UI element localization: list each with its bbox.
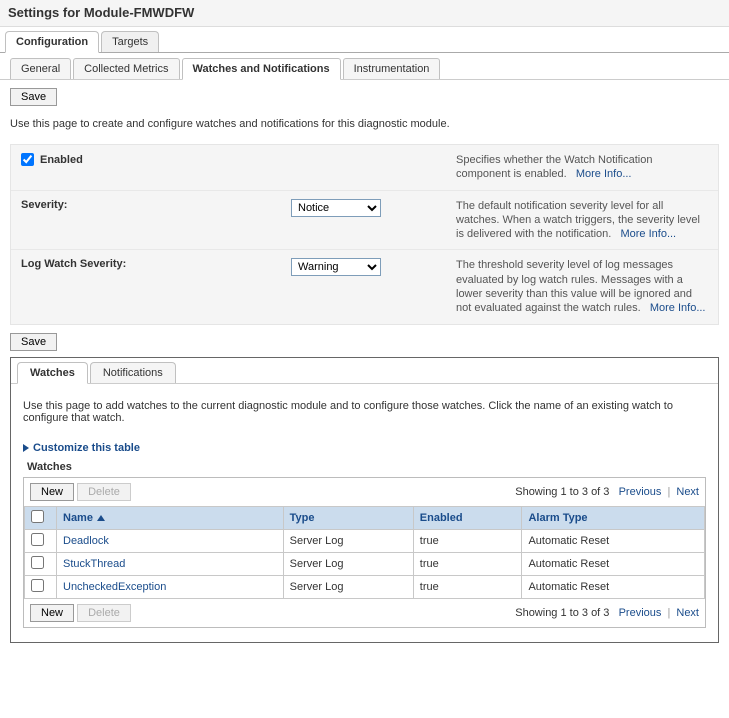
watch-link[interactable]: UncheckedException	[63, 581, 166, 593]
log-watch-severity-label: Log Watch Severity:	[21, 258, 126, 270]
cell-alarm: Automatic Reset	[522, 552, 705, 575]
paging-prev-bottom[interactable]: Previous	[619, 607, 662, 619]
row-checkbox[interactable]	[31, 579, 44, 592]
row-checkbox[interactable]	[31, 556, 44, 569]
log-watch-severity-select[interactable]: Warning	[291, 258, 381, 276]
watch-link[interactable]: StuckThread	[63, 558, 125, 570]
cell-type: Server Log	[283, 552, 413, 575]
paging-next-top[interactable]: Next	[676, 486, 699, 498]
col-enabled[interactable]: Enabled	[413, 506, 522, 529]
severity-label: Severity:	[21, 199, 67, 211]
delete-button-bottom[interactable]: Delete	[77, 604, 131, 622]
page-title: Settings for Module-FMWDFW	[0, 0, 729, 27]
enabled-more-info[interactable]: More Info...	[576, 168, 632, 180]
watch-link[interactable]: Deadlock	[63, 535, 109, 547]
table-row: Deadlock Server Log true Automatic Reset	[25, 529, 705, 552]
col-alarm[interactable]: Alarm Type	[522, 506, 705, 529]
settings-block: Enabled Specifies whether the Watch Noti…	[10, 144, 719, 325]
cell-alarm: Automatic Reset	[522, 575, 705, 598]
subtab-general[interactable]: General	[10, 58, 71, 79]
cell-enabled: true	[413, 552, 522, 575]
subtab-watches-notifications[interactable]: Watches and Notifications	[182, 58, 341, 80]
triangle-right-icon	[23, 444, 29, 452]
save-button-top[interactable]: Save	[10, 88, 57, 106]
tab-targets[interactable]: Targets	[101, 31, 159, 52]
cell-type: Server Log	[283, 529, 413, 552]
panel-tab-watches[interactable]: Watches	[17, 362, 88, 384]
panel-tabs: Watches Notifications	[11, 358, 718, 384]
main-tabs: Configuration Targets	[0, 27, 729, 53]
save-button-bottom[interactable]: Save	[10, 333, 57, 351]
cell-type: Server Log	[283, 575, 413, 598]
paging-bottom: Showing 1 to 3 of 3 Previous | Next	[515, 607, 699, 619]
log-watch-severity-more-info[interactable]: More Info...	[650, 302, 706, 314]
row-checkbox[interactable]	[31, 533, 44, 546]
panel-tab-notifications[interactable]: Notifications	[90, 362, 176, 383]
subtab-collected-metrics[interactable]: Collected Metrics	[73, 58, 179, 79]
cell-enabled: true	[413, 575, 522, 598]
delete-button-top[interactable]: Delete	[77, 483, 131, 501]
new-button-top[interactable]: New	[30, 483, 74, 501]
enabled-label: Enabled	[40, 154, 83, 166]
tab-configuration[interactable]: Configuration	[5, 31, 99, 53]
watches-heading: Watches	[27, 461, 706, 473]
sub-tabs: General Collected Metrics Watches and No…	[0, 53, 729, 80]
severity-more-info[interactable]: More Info...	[620, 228, 676, 240]
paging-next-bottom[interactable]: Next	[676, 607, 699, 619]
sort-asc-icon	[97, 515, 105, 521]
watches-table-wrap: New Delete Showing 1 to 3 of 3 Previous …	[23, 477, 706, 628]
table-row: UncheckedException Server Log true Autom…	[25, 575, 705, 598]
col-type[interactable]: Type	[283, 506, 413, 529]
watches-table: Name Type Enabled Alarm Type Deadlock Se…	[24, 506, 705, 599]
paging-prev-top[interactable]: Previous	[619, 486, 662, 498]
intro-text: Use this page to create and configure wa…	[10, 118, 719, 130]
enabled-checkbox[interactable]	[21, 153, 34, 166]
watches-panel: Watches Notifications Use this page to a…	[10, 357, 719, 643]
cell-alarm: Automatic Reset	[522, 529, 705, 552]
severity-select[interactable]: Notice	[291, 199, 381, 217]
subtab-instrumentation[interactable]: Instrumentation	[343, 58, 441, 79]
new-button-bottom[interactable]: New	[30, 604, 74, 622]
panel-intro: Use this page to add watches to the curr…	[23, 400, 706, 424]
paging-top: Showing 1 to 3 of 3 Previous | Next	[515, 486, 699, 498]
enabled-field[interactable]: Enabled	[21, 153, 83, 166]
select-all-checkbox[interactable]	[31, 510, 44, 523]
table-row: StuckThread Server Log true Automatic Re…	[25, 552, 705, 575]
customize-table-link[interactable]: Customize this table	[23, 442, 140, 454]
cell-enabled: true	[413, 529, 522, 552]
col-name[interactable]: Name	[57, 506, 284, 529]
